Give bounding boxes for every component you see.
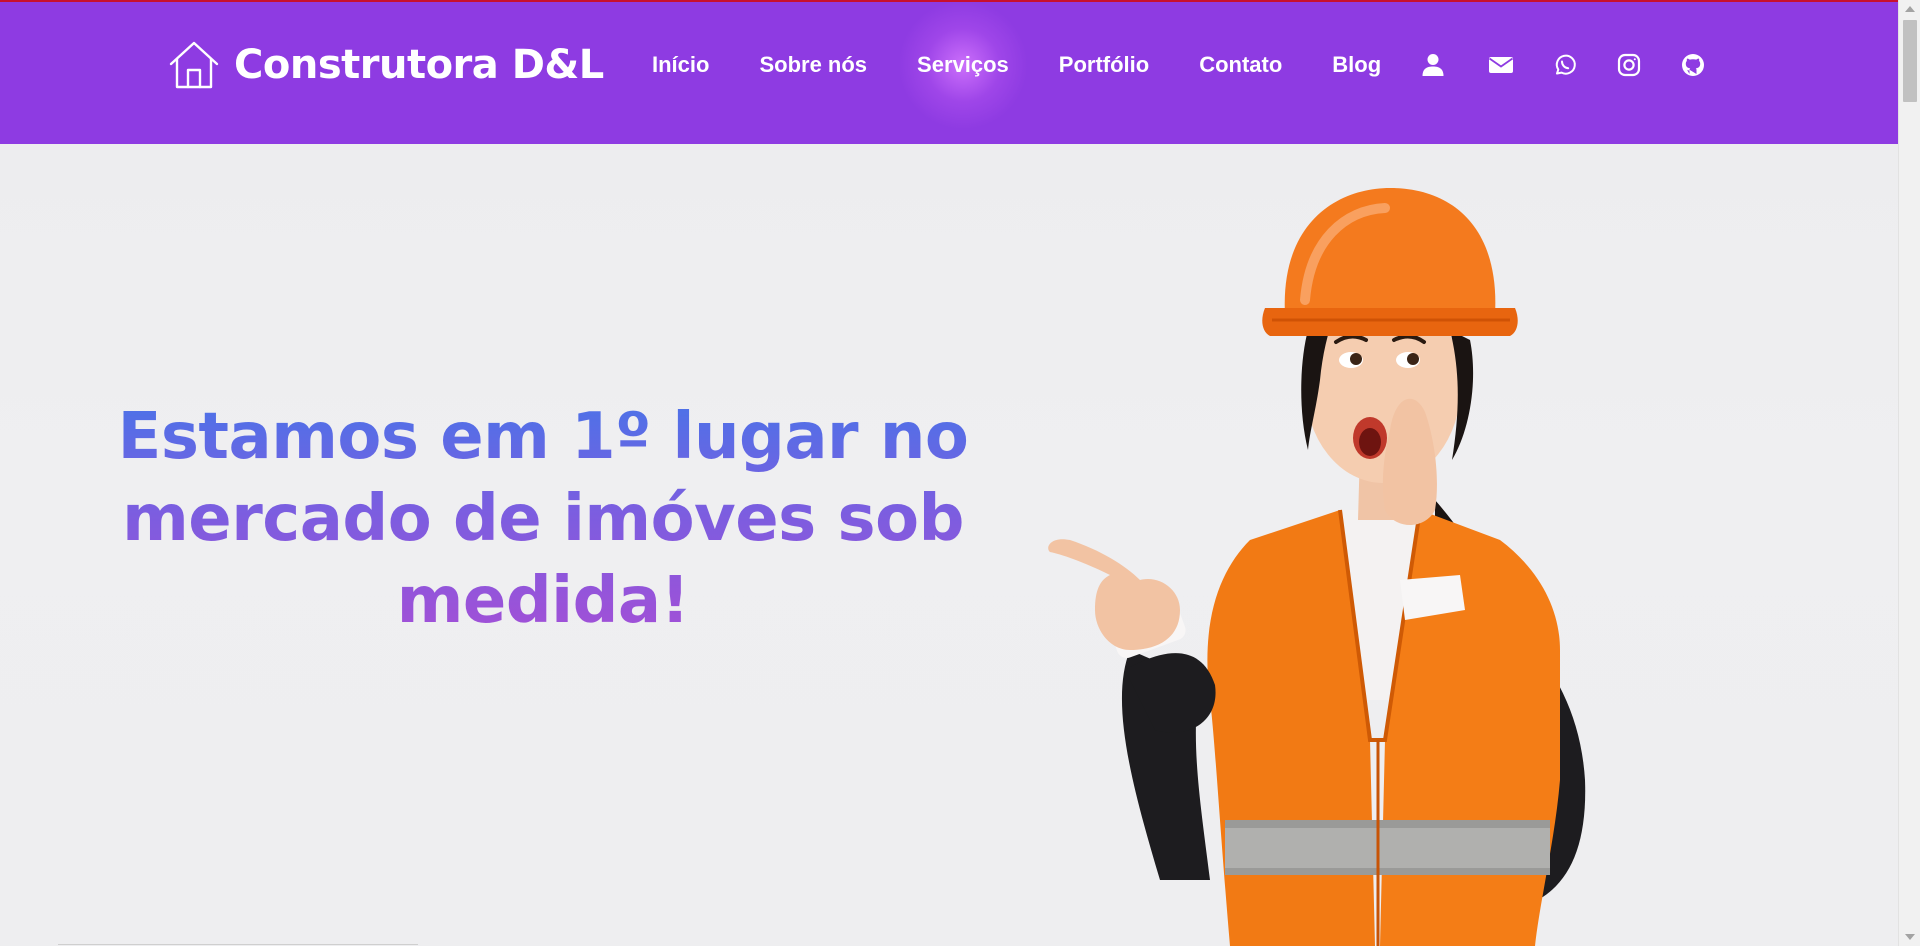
nav-portfolio[interactable]: Portfólio <box>1059 52 1149 78</box>
top-accent-line <box>0 0 1898 2</box>
instagram-icon[interactable] <box>1616 52 1642 78</box>
whatsapp-icon[interactable] <box>1552 52 1578 78</box>
house-outline-icon <box>169 41 219 89</box>
navbar: Construtora D&L Início Sobre nós Serviço… <box>0 0 1898 144</box>
scroll-up-arrow-icon[interactable] <box>1905 6 1915 12</box>
mail-icon[interactable] <box>1488 52 1514 78</box>
nav-servicos[interactable]: Serviços <box>897 0 1028 130</box>
main-nav: Início Sobre nós Serviços Portfólio Cont… <box>652 0 1431 130</box>
user-icon[interactable] <box>1420 52 1446 78</box>
nav-sobre-nos[interactable]: Sobre nós <box>759 52 867 78</box>
scroll-down-arrow-icon[interactable] <box>1905 934 1915 940</box>
hero-headline: Estamos em 1º lugar no mercado de imóves… <box>78 396 1008 642</box>
scrollbar-thumb[interactable] <box>1903 20 1917 102</box>
nav-blog[interactable]: Blog <box>1332 52 1381 78</box>
nav-contato[interactable]: Contato <box>1199 52 1282 78</box>
nav-icon-group <box>1420 46 1706 84</box>
brand-name: Construtora D&L <box>234 42 604 88</box>
bottom-divider <box>58 944 418 945</box>
hero-image <box>1040 180 1680 946</box>
brand-logo-link[interactable]: Construtora D&L <box>168 38 604 92</box>
vertical-scrollbar[interactable] <box>1898 0 1920 946</box>
nav-inicio[interactable]: Início <box>652 52 709 78</box>
page: Construtora D&L Início Sobre nós Serviço… <box>0 0 1898 946</box>
github-icon[interactable] <box>1680 52 1706 78</box>
